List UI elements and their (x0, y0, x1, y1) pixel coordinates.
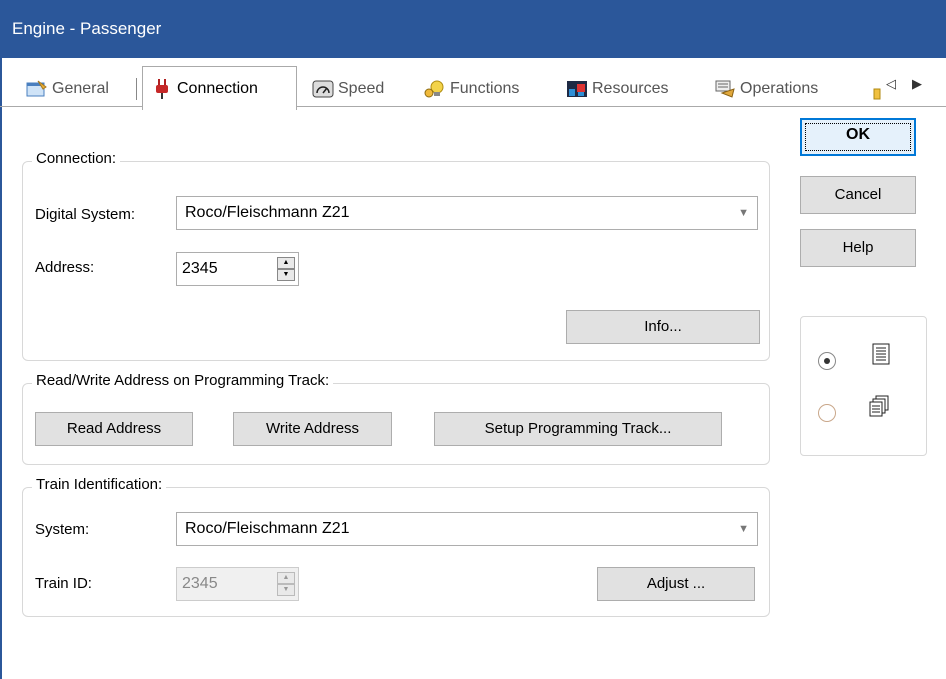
tab-general[interactable]: General (26, 70, 109, 108)
tab-functions[interactable]: Functions (424, 70, 519, 108)
ok-button[interactable]: OK (800, 118, 916, 156)
resources-icon (566, 78, 588, 100)
partial-tab-icon (866, 80, 888, 102)
tab-separator (136, 78, 137, 100)
plug-icon (151, 78, 173, 100)
window-title: Engine - Passenger (12, 19, 162, 38)
write-address-button[interactable]: Write Address (233, 412, 392, 446)
address-stepper[interactable]: 2345 ▲ ▼ (176, 252, 299, 286)
cancel-button[interactable]: Cancel (800, 176, 916, 214)
tab-speed-label: Speed (338, 80, 385, 97)
view-mode-group (800, 316, 927, 456)
help-button[interactable]: Help (800, 229, 916, 267)
digital-system-value: Roco/Fleischmann Z21 (185, 204, 350, 221)
tab-connection-label: Connection (177, 79, 258, 97)
system-select[interactable]: Roco/Fleischmann Z21 ▼ (176, 512, 758, 546)
tab-resources[interactable]: Resources (566, 70, 668, 108)
tab-baseline (0, 106, 142, 107)
general-icon (26, 78, 48, 100)
bulb-icon (424, 78, 446, 100)
tab-functions-label: Functions (450, 80, 520, 97)
multi-page-icon (868, 395, 890, 423)
address-label: Address: (35, 259, 95, 276)
chevron-down-icon: ▼ (738, 207, 749, 219)
system-value: Roco/Fleischmann Z21 (185, 520, 350, 537)
tab-general-label: General (52, 80, 109, 97)
system-label: System: (35, 521, 90, 538)
setup-programming-track-button[interactable]: Setup Programming Track... (434, 412, 722, 446)
focus-rect (805, 123, 911, 151)
train-id-value: 2345 (182, 575, 218, 592)
spin-up-icon[interactable]: ▲ (277, 257, 295, 269)
window-title-bar: Engine - Passenger (0, 0, 946, 58)
single-page-icon (871, 343, 891, 371)
programming-group-title: Read/Write Address on Programming Track: (32, 372, 334, 389)
speedometer-icon (312, 78, 334, 100)
tab-operations-label: Operations (740, 80, 819, 97)
tab-speed[interactable]: Speed (312, 70, 384, 108)
spin-up-icon: ▲ (277, 572, 295, 584)
spin-down-icon[interactable]: ▼ (277, 269, 295, 281)
tab-overflow-partial[interactable] (866, 72, 888, 110)
tab-scroll-left-icon[interactable]: ◁ (886, 76, 896, 92)
train-id-label: Train ID: (35, 575, 92, 592)
train-id-stepper: 2345 ▲ ▼ (176, 567, 299, 601)
train-identification-group-title: Train Identification: (32, 476, 167, 493)
tab-connection[interactable]: Connection (142, 66, 297, 110)
chevron-down-icon: ▼ (738, 523, 749, 535)
tab-operations[interactable]: Operations (714, 70, 818, 108)
tab-resources-label: Resources (592, 80, 669, 97)
info-button[interactable]: Info... (566, 310, 760, 344)
read-address-button[interactable]: Read Address (35, 412, 193, 446)
single-page-radio[interactable] (818, 352, 836, 370)
digital-system-label: Digital System: (35, 206, 136, 223)
spin-down-icon: ▼ (277, 584, 295, 596)
connection-group-title: Connection: (32, 150, 121, 167)
tab-baseline (297, 106, 946, 107)
operations-icon (714, 78, 736, 100)
adjust-button[interactable]: Adjust ... (597, 567, 755, 601)
digital-system-select[interactable]: Roco/Fleischmann Z21 ▼ (176, 196, 758, 230)
tab-scroll-right-icon[interactable]: ▶ (912, 76, 922, 92)
address-value: 2345 (182, 260, 218, 277)
multi-page-radio[interactable] (818, 404, 836, 422)
